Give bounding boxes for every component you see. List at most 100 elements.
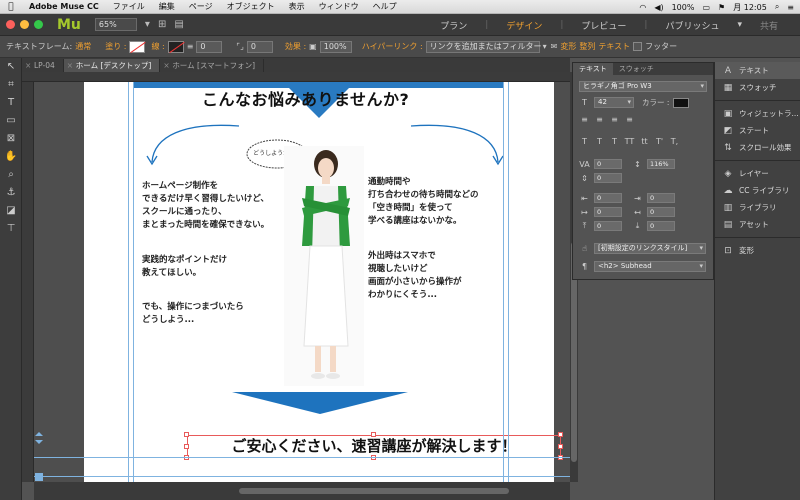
tab-lp-04[interactable]: × LP-04 — [22, 59, 64, 72]
dock-item-widgets[interactable]: ▣ ウィジェットラ... — [715, 105, 800, 122]
tracking-field[interactable]: 0 — [594, 159, 622, 169]
dock-item-transform[interactable]: ⊡ 変形 — [715, 242, 800, 259]
small-caps-icon[interactable]: tt — [639, 137, 650, 146]
guide-line[interactable] — [133, 82, 134, 482]
left-text-block-1[interactable]: ホームページ制作を できるだけ早く習得したいけど、 スクールに通ったり、 まとま… — [142, 180, 269, 232]
hyperlink-dropdown-icon[interactable]: ▾ — [543, 42, 547, 51]
wifi-icon[interactable]: ◠ — [639, 3, 646, 12]
right-text-block-1[interactable]: 通勤時間や 打ち合わせの待ち時間などの 「空き時間」を使って 学べる講座はないか… — [368, 176, 479, 228]
all-caps-icon[interactable]: TT — [624, 137, 635, 146]
selection-handle[interactable] — [371, 432, 376, 437]
paragraph-style-select[interactable]: <h2> Subhead — [594, 261, 706, 272]
align-link[interactable]: 整列 — [579, 41, 595, 52]
font-size-select[interactable]: 42 — [594, 97, 634, 108]
publish-dropdown-icon[interactable]: ▾ — [737, 20, 742, 30]
woman-photo[interactable] — [284, 146, 364, 386]
fill-label[interactable]: 塗り : — [105, 41, 126, 52]
text-link[interactable]: テキスト — [598, 41, 630, 52]
hanging-indent-field[interactable]: 0 — [647, 207, 675, 217]
left-text-block-3[interactable]: でも、操作につまづいたら どうしよう... — [142, 301, 244, 327]
justify-icon[interactable]: ≡ — [624, 115, 635, 124]
superscript-icon[interactable]: T' — [654, 137, 665, 146]
close-tab-icon[interactable]: × — [25, 59, 31, 72]
zoom-window-icon[interactable] — [34, 20, 43, 29]
guide-line[interactable] — [34, 476, 570, 477]
new-page-icon[interactable]: ⊞ — [158, 19, 166, 30]
stroke-label[interactable]: 線 : — [151, 41, 164, 52]
hyperlink-label[interactable]: ハイパーリンク : — [362, 41, 423, 52]
menu-help[interactable]: ヘルプ — [366, 1, 404, 12]
tab-home-desktop[interactable]: × ホーム [デスクトップ] — [63, 59, 161, 72]
menu-list-icon[interactable]: ≡ — [787, 3, 794, 12]
dock-item-text[interactable]: A テキスト — [715, 62, 800, 79]
tab-home-smartphone[interactable]: × ホーム [スマートフォン] — [160, 59, 265, 72]
zoom-tool-icon[interactable]: ⌕ — [0, 166, 22, 184]
anchor-icon[interactable]: ⚓ — [0, 184, 22, 202]
dock-item-library[interactable]: ▥ ライブラリ — [715, 199, 800, 216]
vertical-ruler[interactable] — [22, 82, 34, 482]
horizontal-scrollbar[interactable] — [34, 482, 570, 500]
hyperlink-field[interactable]: リンクを追加またはフィルター — [425, 40, 542, 53]
mode-share[interactable]: 共有 — [760, 19, 778, 32]
menu-file[interactable]: ファイル — [106, 1, 152, 12]
dock-item-assets[interactable]: ▤ アセット — [715, 216, 800, 233]
footer-checkbox[interactable] — [633, 42, 643, 51]
dock-item-swatch[interactable]: ▦ スウォッチ — [715, 79, 800, 96]
first-indent-field[interactable]: 0 — [594, 207, 622, 217]
selection-handle[interactable] — [558, 432, 563, 437]
header-guide-handle-icon[interactable] — [34, 431, 44, 445]
volume-icon[interactable]: ◀) — [654, 3, 663, 12]
text-color-swatch[interactable] — [673, 97, 690, 108]
menu-page[interactable]: ページ — [182, 1, 220, 12]
scroll-thumb[interactable] — [239, 488, 509, 494]
selection-handle[interactable] — [184, 444, 189, 449]
mode-publish[interactable]: パブリッシュ — [665, 19, 719, 32]
underline-icon[interactable]: T — [609, 137, 620, 146]
footer-guide-handle-icon[interactable] — [34, 472, 44, 482]
menu-window[interactable]: ウィンドウ — [312, 1, 366, 12]
effect-label[interactable]: 効果 : — [285, 41, 306, 52]
menu-app[interactable]: Adobe Muse CC — [22, 2, 106, 11]
dock-item-states[interactable]: ◩ ステート — [715, 122, 800, 139]
dock-item-layers[interactable]: ◈ レイヤー — [715, 165, 800, 182]
right-text-block-2[interactable]: 外出時はスマホで 視聴したいけど 画面が小さいから操作が わかりにくそう... — [368, 250, 462, 302]
close-tab-icon[interactable]: × — [163, 59, 169, 72]
link-style-select[interactable]: [初期設定のリンクスタイル] — [594, 243, 706, 254]
crop-tool-icon[interactable]: ⌗ — [0, 76, 22, 94]
align-right-icon[interactable]: ≡ — [609, 115, 620, 124]
apple-menu-icon[interactable]:  — [0, 2, 22, 12]
opacity-field[interactable]: 100% — [319, 40, 352, 53]
bold-icon[interactable]: T — [579, 137, 590, 146]
battery-label[interactable]: 100% — [672, 3, 695, 12]
frame-mode-link[interactable]: 通常 — [75, 41, 91, 52]
zoom-dropdown-icon[interactable]: ▾ — [145, 19, 150, 30]
close-window-icon[interactable] — [6, 20, 15, 29]
image-tool-icon[interactable]: ⊠ — [0, 130, 22, 148]
tab-text[interactable]: テキスト — [573, 63, 613, 75]
effect-icon[interactable]: ▣ — [309, 42, 317, 51]
minimize-window-icon[interactable] — [20, 20, 29, 29]
stroke-weight-field[interactable]: 0 — [196, 40, 223, 53]
mode-design[interactable]: デザイン — [506, 19, 542, 32]
search-icon[interactable]: ⌕ — [775, 2, 779, 12]
dock-item-cc-libraries[interactable]: ☁ CC ライブラリ — [715, 182, 800, 199]
close-tab-icon[interactable]: × — [67, 59, 73, 72]
align-center-icon[interactable]: ≡ — [594, 115, 605, 124]
space-before-field[interactable]: 0 — [594, 221, 622, 231]
padding-field[interactable]: 0 — [246, 40, 273, 53]
guide-line[interactable] — [34, 457, 570, 458]
left-text-block-2[interactable]: 実践的なポイントだけ 教えてほしい。 — [142, 254, 227, 280]
leading-field[interactable]: 116% — [647, 159, 675, 169]
stroke-swatch[interactable] — [167, 40, 184, 53]
tab-swatch[interactable]: スウォッチ — [613, 63, 660, 75]
guide-line[interactable] — [128, 82, 129, 482]
clock[interactable]: 月 12:05 — [733, 2, 767, 13]
selection-handle[interactable] — [184, 432, 189, 437]
font-family-select[interactable]: ヒラギノ角ゴ Pro W3 — [579, 81, 707, 92]
fill-stroke-icon[interactable]: ◪ — [0, 202, 22, 220]
heading-trouble[interactable]: こんなお悩みありませんか? — [202, 86, 409, 110]
design-canvas[interactable]: こんなお悩みありませんか? どうしようかな... ホームページ制作を できるだけ… — [34, 82, 570, 482]
guide-line[interactable] — [508, 82, 509, 482]
italic-icon[interactable]: T — [594, 137, 605, 146]
menu-edit[interactable]: 編集 — [152, 1, 182, 12]
